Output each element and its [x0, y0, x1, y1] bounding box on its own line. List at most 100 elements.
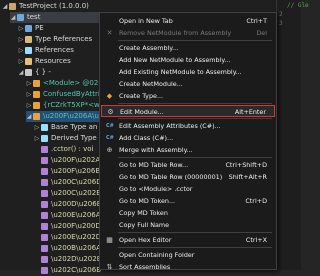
menu-item-edit-assembly-attributes-c[interactable]: C# Edit Assembly Attributes (C#)... [101, 120, 275, 132]
tree-node[interactable]: ◢ TestProject (1.0.0.0) [2, 1, 300, 12]
merge-icon: ⊕ [106, 146, 113, 154]
line-number: 2 [279, 11, 283, 18]
menu-item-go-to-md-table-row[interactable]: Go to MD Table Row... Ctrl+Shift+D [101, 159, 275, 171]
tree-node-label: \u202C\u206B [51, 266, 102, 274]
menu-separator [118, 118, 272, 119]
menu-item-label: Open Containing Folder [119, 251, 195, 259]
expanded-chevron-icon[interactable]: ◢ [26, 111, 32, 122]
menu-item-merge-with-assembly[interactable]: ⊕ Merge with Assembly... [101, 144, 275, 156]
menu-item-copy-full-name[interactable]: Copy Full Name [101, 219, 275, 231]
menu-item-label: Add New NetModule to Assembly... [119, 56, 231, 64]
menu-item-label: Merge with Assembly... [119, 146, 193, 154]
collapsed-chevron-icon[interactable]: ▷ [18, 23, 24, 34]
menu-item-label: Open in New Tab [119, 17, 173, 25]
resources-icon [25, 58, 32, 65]
menu-item-shortcut: Ctrl+Shift+D [225, 161, 267, 169]
menu-item-create-assembly[interactable]: Create Assembly... [101, 42, 275, 54]
menu-item-label: Add Class (C#)... [119, 134, 174, 142]
menu-item-go-to-module-cctor[interactable]: Go to <Module> .cctor [101, 183, 275, 195]
remove-icon: ✕ [106, 29, 113, 37]
menu-item-create-type[interactable]: ◆ Create Type... [101, 90, 275, 102]
collapsed-chevron-icon[interactable]: ▷ [18, 56, 24, 67]
tree-node-label: \u200B\u206A [51, 244, 101, 252]
menu-item-add-new-netmodule-to-assembly[interactable]: Add New NetModule to Assembly... [101, 54, 275, 66]
code-editor[interactable]: // Gle 123 [276, 0, 309, 270]
menu-item-label: Sort Assemblies [119, 263, 171, 271]
references-icon [25, 47, 32, 54]
tree-node-label: \u200E\u206A [51, 211, 101, 219]
menu-item-label: Open Hex Editor [119, 236, 172, 244]
tree-node-label: {rCZrkT5XP*<wA [43, 101, 105, 109]
tree-node-label: Resources [35, 57, 71, 65]
method-icon [41, 223, 48, 230]
collapsed-chevron-icon[interactable]: ▷ [34, 133, 40, 144]
menu-item-edit-module[interactable]: ⚙ Edit Module... Alt+Enter [101, 105, 275, 117]
menu-item-label: Go to MD Table Row (00000001) [119, 173, 223, 181]
create-type-icon: ◆ [106, 92, 113, 100]
class-icon [33, 102, 40, 109]
method-icon [41, 256, 48, 263]
derivedtype-icon [41, 135, 48, 142]
menu-item-open-containing-folder[interactable]: Open Containing Folder [101, 249, 275, 261]
menu-item-shortcut: Del [256, 29, 267, 37]
menu-item-open-hex-editor[interactable]: ▦ Open Hex Editor Ctrl+X [101, 234, 275, 246]
menu-item-open-in-new-tab[interactable]: Open in New Tab Ctrl+T [101, 15, 275, 27]
collapsed-chevron-icon[interactable]: ▷ [26, 78, 32, 89]
collapsed-chevron-icon[interactable]: ▷ [26, 100, 32, 111]
menu-item-label: Go to <Module> .cctor [119, 185, 193, 193]
hex-editor-icon: ▦ [106, 236, 113, 244]
collapsed-chevron-icon[interactable]: ▷ [34, 122, 40, 133]
tree-node-label: { } - [35, 68, 51, 76]
method-icon [41, 234, 48, 241]
menu-item-shortcut: Ctrl+X [245, 236, 267, 244]
namespace-icon [25, 69, 32, 76]
tree-node-label: ConfusedByAttrib [43, 90, 105, 98]
tree-node-label: Type References [35, 35, 93, 43]
menu-item-copy-md-token[interactable]: Copy MD Token [101, 207, 275, 219]
menu-item-shortcut: Ctrl+T [246, 17, 267, 25]
module-icon [17, 14, 24, 21]
code-comment: // Gle [287, 2, 309, 9]
menu-item-label: Create NetModule... [119, 80, 183, 88]
method-icon [41, 168, 48, 175]
menu-separator [118, 247, 272, 248]
expanded-chevron-icon[interactable]: ◢ [18, 67, 24, 78]
collapsed-chevron-icon[interactable]: ▷ [18, 34, 24, 45]
typeref-icon [25, 36, 32, 43]
menu-item-label: Add Existing NetModule to Assembly... [119, 68, 242, 76]
menu-item-label: Go to MD Table Row... [119, 161, 189, 169]
menu-item-go-to-md-token[interactable]: Go to MD Token... Ctrl+D [101, 195, 275, 207]
tree-node-label: \u200F\u206A\u2 [43, 112, 104, 120]
menu-item-add-existing-netmodule-to-assembly[interactable]: Add Existing NetModule to Assembly... [101, 66, 275, 78]
collapsed-chevron-icon[interactable]: ▷ [26, 89, 32, 100]
tree-node-label: Derived Type [51, 134, 97, 142]
menu-separator [118, 232, 272, 233]
class-icon [33, 113, 40, 120]
tree-node-label: \u200E\u202D [51, 233, 102, 241]
collapsed-chevron-icon[interactable]: ▷ [18, 45, 24, 56]
menu-item-label: Copy Full Name [119, 221, 170, 229]
menu-item-add-class-c[interactable]: C# Add Class (C#)... [101, 132, 275, 144]
expanded-chevron-icon[interactable]: ◢ [2, 1, 8, 12]
expanded-chevron-icon[interactable]: ◢ [10, 12, 16, 23]
tree-node-label: .cctor() : voi [51, 145, 94, 153]
menu-separator [118, 103, 272, 104]
assembly-icon [9, 3, 16, 10]
menu-item-shortcut: Shift+Alt+R [228, 173, 267, 181]
menu-item-label: Create Assembly... [119, 44, 179, 52]
menu-item-label: Go to MD Token... [119, 197, 176, 205]
menu-item-remove-netmodule-from-assembly[interactable]: ✕ Remove NetModule from Assembly Del [101, 27, 275, 39]
tree-node-label: \u200F\u202A [51, 156, 101, 164]
csharp-icon: C# [106, 135, 114, 141]
method-icon [41, 245, 48, 252]
tree-node-label: TestProject (1.0.0.0) [19, 2, 89, 10]
menu-item-label: Create Type... [119, 92, 164, 100]
gear-icon: ⚙ [107, 108, 114, 116]
tree-node-label: \u202D\u202E [51, 255, 102, 263]
menu-item-label: Edit Module... [120, 108, 164, 116]
menu-item-shortcut: Alt+Enter [234, 108, 266, 116]
menu-item-create-netmodule[interactable]: Create NetModule... [101, 78, 275, 90]
pe-icon [25, 25, 32, 32]
menu-item-go-to-md-table-row-00000001[interactable]: Go to MD Table Row (00000001) Shift+Alt+R [101, 171, 275, 183]
menu-item-sort-assemblies[interactable]: ⇅ Sort Assemblies [101, 261, 275, 273]
